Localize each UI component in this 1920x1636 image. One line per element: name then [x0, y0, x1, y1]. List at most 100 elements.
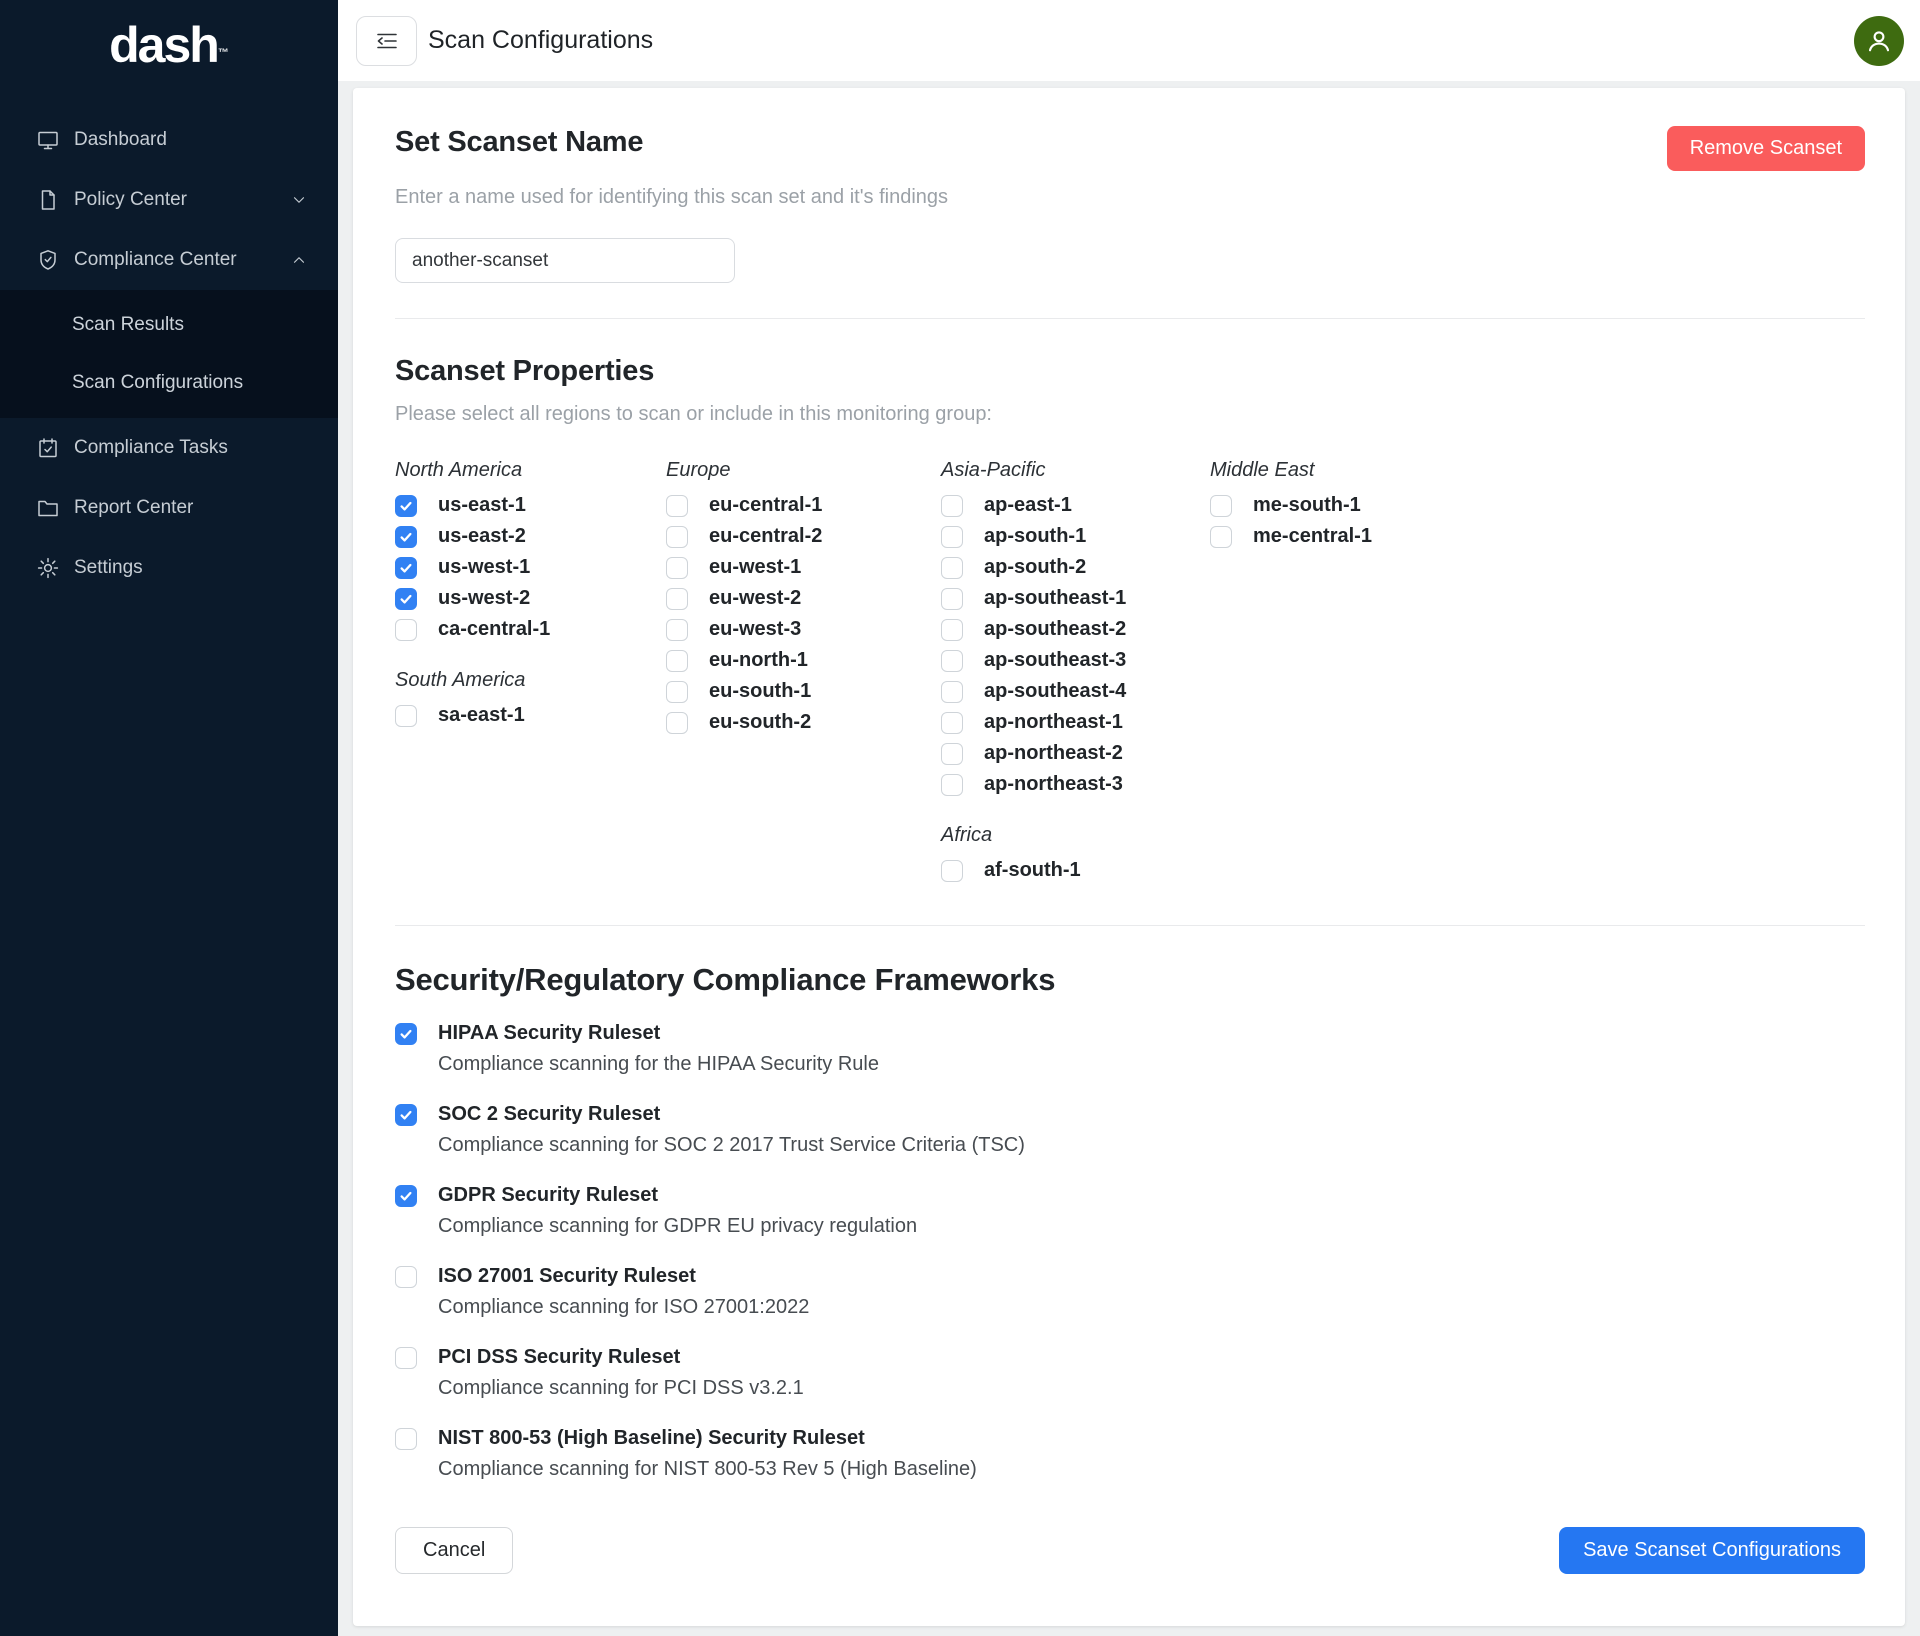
- checkbox[interactable]: [941, 681, 963, 703]
- check-icon: [399, 499, 413, 513]
- region-row-ap-east-1[interactable]: ap-east-1: [941, 494, 1210, 517]
- region-row-ap-northeast-1[interactable]: ap-northeast-1: [941, 711, 1210, 734]
- checkbox[interactable]: [395, 1185, 417, 1207]
- framework-label: NIST 800-53 (High Baseline) Security Rul…: [438, 1427, 865, 1450]
- checkbox[interactable]: [941, 650, 963, 672]
- sidebar-item-report-center[interactable]: Report Center: [0, 478, 338, 538]
- sidebar-item-policy-center[interactable]: Policy Center: [0, 170, 338, 230]
- framework-description: Compliance scanning for SOC 2 2017 Trust…: [438, 1134, 1865, 1157]
- scanset-name-input[interactable]: [395, 238, 735, 283]
- checkbox[interactable]: [666, 526, 688, 548]
- framework-row-nist-800-53[interactable]: NIST 800-53 (High Baseline) Security Rul…: [395, 1427, 1865, 1450]
- checkbox[interactable]: [941, 495, 963, 517]
- checkbox[interactable]: [395, 1023, 417, 1045]
- logo-text: dash: [109, 17, 218, 73]
- region-row-us-west-2[interactable]: us-west-2: [395, 587, 666, 610]
- region-label: eu-south-1: [709, 680, 811, 703]
- checkbox[interactable]: [395, 619, 417, 641]
- region-row-eu-central-2[interactable]: eu-central-2: [666, 525, 941, 548]
- region-row-me-south-1[interactable]: me-south-1: [1210, 494, 1865, 517]
- region-row-ap-northeast-3[interactable]: ap-northeast-3: [941, 773, 1210, 796]
- folder-icon: [36, 496, 60, 520]
- checkbox[interactable]: [941, 712, 963, 734]
- checkbox[interactable]: [666, 650, 688, 672]
- checkbox[interactable]: [941, 619, 963, 641]
- region-label: eu-west-2: [709, 587, 801, 610]
- region-row-me-central-1[interactable]: me-central-1: [1210, 525, 1865, 548]
- chevron-down-icon: [290, 191, 308, 209]
- region-row-eu-south-1[interactable]: eu-south-1: [666, 680, 941, 703]
- collapse-sidebar-button[interactable]: [356, 16, 417, 66]
- framework-row-gdpr[interactable]: GDPR Security Ruleset: [395, 1184, 1865, 1207]
- checkbox[interactable]: [941, 557, 963, 579]
- checkbox[interactable]: [395, 495, 417, 517]
- region-row-eu-west-3[interactable]: eu-west-3: [666, 618, 941, 641]
- sidebar-item-scan-configurations[interactable]: Scan Configurations: [0, 354, 338, 412]
- checkbox[interactable]: [395, 1347, 417, 1369]
- framework-row-iso27001[interactable]: ISO 27001 Security Ruleset: [395, 1265, 1865, 1288]
- sidebar-item-scan-results[interactable]: Scan Results: [0, 296, 338, 354]
- framework-row-soc2[interactable]: SOC 2 Security Ruleset: [395, 1103, 1865, 1126]
- checkbox[interactable]: [941, 743, 963, 765]
- checkbox[interactable]: [941, 588, 963, 610]
- checkbox[interactable]: [941, 774, 963, 796]
- checkbox[interactable]: [666, 588, 688, 610]
- checkbox[interactable]: [395, 705, 417, 727]
- region-row-ca-central-1[interactable]: ca-central-1: [395, 618, 666, 641]
- framework-row-hipaa[interactable]: HIPAA Security Ruleset: [395, 1022, 1865, 1045]
- framework-description: Compliance scanning for the HIPAA Securi…: [438, 1053, 1865, 1076]
- sidebar-item-settings[interactable]: Settings: [0, 538, 338, 598]
- cancel-button[interactable]: Cancel: [395, 1527, 513, 1574]
- framework-label: HIPAA Security Ruleset: [438, 1022, 660, 1045]
- region-row-eu-central-1[interactable]: eu-central-1: [666, 494, 941, 517]
- checkbox[interactable]: [395, 588, 417, 610]
- region-row-us-east-2[interactable]: us-east-2: [395, 525, 666, 548]
- region-row-ap-southeast-2[interactable]: ap-southeast-2: [941, 618, 1210, 641]
- region-row-af-south-1[interactable]: af-south-1: [941, 859, 1210, 882]
- checkbox[interactable]: [941, 860, 963, 882]
- region-label: ap-south-2: [984, 556, 1086, 579]
- user-avatar[interactable]: [1854, 16, 1904, 66]
- checkbox[interactable]: [395, 526, 417, 548]
- checkbox[interactable]: [1210, 526, 1232, 548]
- region-row-eu-west-1[interactable]: eu-west-1: [666, 556, 941, 579]
- checkbox[interactable]: [395, 1104, 417, 1126]
- checkbox[interactable]: [1210, 495, 1232, 517]
- check-icon: [399, 1189, 413, 1203]
- checkbox[interactable]: [666, 557, 688, 579]
- region-row-eu-north-1[interactable]: eu-north-1: [666, 649, 941, 672]
- region-row-ap-southeast-4[interactable]: ap-southeast-4: [941, 680, 1210, 703]
- framework-row-pci-dss[interactable]: PCI DSS Security Ruleset: [395, 1346, 1865, 1369]
- chevron-up-icon: [290, 251, 308, 269]
- checkbox[interactable]: [666, 495, 688, 517]
- sidebar-item-label: Report Center: [74, 497, 193, 519]
- user-icon: [1864, 26, 1894, 56]
- checkbox[interactable]: [666, 712, 688, 734]
- sidebar-item-dashboard[interactable]: Dashboard: [0, 110, 338, 170]
- region-row-eu-west-2[interactable]: eu-west-2: [666, 587, 941, 610]
- checkbox[interactable]: [666, 619, 688, 641]
- checkbox[interactable]: [395, 1266, 417, 1288]
- check-icon: [399, 1108, 413, 1122]
- region-label: af-south-1: [984, 859, 1081, 882]
- region-row-ap-south-1[interactable]: ap-south-1: [941, 525, 1210, 548]
- save-scanset-configurations-button[interactable]: Save Scanset Configurations: [1559, 1527, 1865, 1574]
- shield-icon: [36, 248, 60, 272]
- framework-description: Compliance scanning for ISO 27001:2022: [438, 1296, 1865, 1319]
- region-label: us-west-2: [438, 587, 530, 610]
- region-row-ap-southeast-1[interactable]: ap-southeast-1: [941, 587, 1210, 610]
- region-row-ap-southeast-3[interactable]: ap-southeast-3: [941, 649, 1210, 672]
- region-row-eu-south-2[interactable]: eu-south-2: [666, 711, 941, 734]
- checkbox[interactable]: [395, 1428, 417, 1450]
- sidebar-item-compliance-tasks[interactable]: Compliance Tasks: [0, 418, 338, 478]
- region-row-us-west-1[interactable]: us-west-1: [395, 556, 666, 579]
- region-row-ap-south-2[interactable]: ap-south-2: [941, 556, 1210, 579]
- region-row-us-east-1[interactable]: us-east-1: [395, 494, 666, 517]
- checkbox[interactable]: [395, 557, 417, 579]
- sidebar-item-compliance-center[interactable]: Compliance Center: [0, 230, 338, 290]
- region-row-ap-northeast-2[interactable]: ap-northeast-2: [941, 742, 1210, 765]
- region-row-sa-east-1[interactable]: sa-east-1: [395, 704, 666, 727]
- checkbox[interactable]: [666, 681, 688, 703]
- checkbox[interactable]: [941, 526, 963, 548]
- remove-scanset-button[interactable]: Remove Scanset: [1667, 126, 1865, 171]
